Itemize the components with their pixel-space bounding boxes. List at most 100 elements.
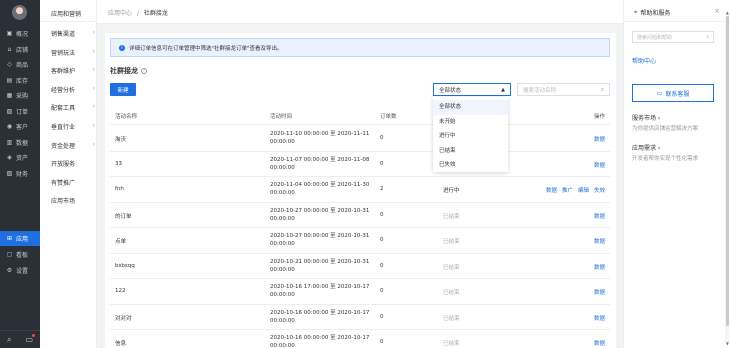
- order-count: 0: [380, 135, 384, 141]
- page-title: 社群接龙 ?: [110, 66, 147, 76]
- action-link[interactable]: 失效: [594, 186, 605, 194]
- nav-item-5[interactable]: ▧ 订单: [0, 104, 40, 119]
- primary-sidebar: ▣ 概况 ⌂ 店铺 ◇ 商品 ▤ 库存 ▦ 采购 ▧ 订单 ◉ 客户 ▥ 数据 ◈ 资产 ▨ 财务 ⊞ 应用 ▢ 看板 ⚙ 设置 …: [0, 0, 40, 348]
- breadcrumb-parent[interactable]: 应用中心: [108, 10, 132, 17]
- secondary-nav-label: 开放服务: [51, 161, 76, 169]
- status-dropdown-menu: 全部状态 未开始 进行中 已结束 已失效: [433, 97, 508, 172]
- help-search-placeholder: 搜索问题和帮助: [637, 34, 673, 41]
- activity-time: 2020-10-16 17:00:00 至 2020-10-17 00:00:0…: [270, 284, 370, 298]
- status-text: 已结束: [443, 290, 460, 296]
- dropdown-option[interactable]: 未开始: [433, 115, 508, 130]
- scrollbar-thumb[interactable]: [725, 16, 729, 326]
- nav-item-0[interactable]: ▣ 概况: [0, 26, 40, 41]
- secondary-nav-item[interactable]: 应用市场: [51, 196, 95, 205]
- action-link[interactable]: 数据: [594, 263, 605, 271]
- app-demand-link[interactable]: 应用需求 ›: [632, 143, 660, 152]
- breadcrumb-separator: /: [136, 10, 139, 17]
- activity-time: 2020-10-27 00:00:00 至 2020-10-31 00:00:0…: [270, 207, 370, 222]
- nav-item-label: 采购: [16, 93, 29, 100]
- column-header-actions: 操作: [593, 114, 605, 120]
- order-count: 0: [380, 160, 384, 167]
- secondary-nav-item[interactable]: 营销玩法 ›: [51, 48, 95, 57]
- secondary-nav-item[interactable]: 有赞推广: [51, 178, 95, 187]
- secondary-nav-item[interactable]: 客群维护 ›: [51, 66, 95, 75]
- nav-item-9[interactable]: ▨ 财务: [0, 166, 40, 181]
- status-text: 已结束: [443, 315, 460, 322]
- nav-item-4[interactable]: ▦ 采购: [0, 88, 40, 103]
- action-link[interactable]: 数据: [594, 135, 605, 143]
- secondary-nav-item[interactable]: 开放服务: [51, 159, 95, 168]
- scroll-up-icon[interactable]: ▲: [726, 10, 729, 15]
- action-link[interactable]: 数据: [594, 339, 605, 347]
- board-icon: ▢: [6, 251, 13, 258]
- action-link[interactable]: 数据: [594, 212, 605, 220]
- action-link[interactable]: 推广: [562, 186, 573, 194]
- nav-item-2[interactable]: ◇ 商品: [0, 57, 40, 72]
- help-question-icon[interactable]: ?: [141, 68, 147, 74]
- avatar[interactable]: [12, 5, 27, 20]
- table-row: 122 2020-10-16 17:00:00 至 2020-10-17 00:0…: [110, 279, 610, 305]
- notice-bar: i 详细订单信息可在订单管理中筛选"社群接龙订单"查看及导出。: [110, 38, 610, 57]
- nav-item-6[interactable]: ◉ 客户: [0, 119, 40, 134]
- nav-item-8[interactable]: ◈ 资产: [0, 150, 40, 165]
- row-actions: 数据: [594, 212, 605, 220]
- activity-name: 的订单: [115, 213, 132, 220]
- store-icon: ⌂: [7, 45, 12, 53]
- secondary-nav-label: 垂直行业: [51, 124, 76, 131]
- nav-item-lower-0[interactable]: ⊞ 应用: [0, 231, 40, 246]
- nav-item-lower-2[interactable]: ⚙ 设置: [0, 263, 40, 278]
- nav-item-lower-1[interactable]: ▢ 看板: [0, 247, 40, 262]
- scroll-down-icon[interactable]: ▼: [726, 341, 729, 346]
- close-icon[interactable]: ×: [714, 7, 720, 15]
- activity-name: 对对对: [115, 315, 132, 322]
- new-button[interactable]: 新建: [110, 83, 136, 96]
- secondary-nav-item[interactable]: 资金处理 ›: [51, 141, 95, 150]
- nav-item-1[interactable]: ⌂ 店铺: [0, 42, 40, 57]
- dropdown-option[interactable]: 全部状态: [433, 100, 508, 115]
- activity-time: 2020-10-21 00:00:00 至 2020-10-31 00:00:0…: [270, 258, 370, 273]
- search-input[interactable]: 搜索活动名称 ⌕: [517, 83, 610, 96]
- row-actions: 数据: [594, 161, 605, 169]
- apps-icon: ⊞: [6, 235, 13, 242]
- secondary-nav-item[interactable]: 经营分析 ›: [51, 85, 95, 94]
- secondary-nav-label: 客群维护: [51, 68, 76, 76]
- customer-icon: ◉: [6, 123, 13, 130]
- activity-time: 2020-11-10 00:00:00 至 2020-11-11 00:00:0…: [270, 131, 370, 145]
- divider: [624, 21, 730, 22]
- action-link[interactable]: 数据: [546, 186, 557, 194]
- nav-item-7[interactable]: ▥ 数据: [0, 135, 40, 150]
- action-link[interactable]: 数据: [594, 161, 605, 169]
- action-link[interactable]: 数据: [594, 314, 605, 322]
- scrollbar[interactable]: [725, 16, 729, 342]
- help-search-input[interactable]: 搜索问题和帮助 ⌕: [632, 31, 714, 43]
- page-title-text: 社群接龙: [110, 67, 138, 75]
- table-row: 对对对 2020-10-16 00:00:00 至 2020-10-17 00:0…: [110, 305, 610, 330]
- secondary-nav-label: 营销玩法: [51, 49, 76, 57]
- dropdown-option[interactable]: 已失效: [433, 158, 508, 173]
- action-link[interactable]: 数据: [594, 237, 605, 245]
- help-title: 帮助和服务: [640, 10, 671, 17]
- order-count: 0: [380, 211, 384, 218]
- search-icon[interactable]: ⌕: [7, 335, 11, 345]
- action-link[interactable]: 编辑: [578, 186, 589, 194]
- order-count: 0: [380, 262, 384, 269]
- help-center-link[interactable]: 帮助中心: [632, 56, 656, 65]
- order-icon: ▧: [6, 107, 13, 115]
- action-link[interactable]: 数据: [594, 288, 605, 296]
- secondary-nav-item[interactable]: 配套工具 ›: [51, 103, 95, 112]
- activity-name: 122: [115, 288, 126, 294]
- chevron-right-icon: ›: [92, 84, 95, 92]
- nav-item-3[interactable]: ▤ 库存: [0, 73, 40, 88]
- contact-service-button[interactable]: ▭ 联系客服: [632, 84, 714, 102]
- secondary-nav-item[interactable]: 垂直行业 ›: [51, 122, 95, 131]
- secondary-nav-label: 有赞推广: [51, 179, 76, 187]
- dropdown-option[interactable]: 已结束: [433, 144, 508, 159]
- service-market-link[interactable]: 服务市场 ›: [632, 113, 660, 122]
- activity-name: 信息: [115, 341, 127, 347]
- dropdown-option[interactable]: 进行中: [433, 129, 508, 144]
- status-select[interactable]: 全部状态 ▲: [433, 83, 511, 96]
- table-row: 点单 2020-10-27 00:00:00 至 2020-10-31 00:00…: [110, 228, 610, 254]
- sidebar-bottom-bar: ⌕ ▭: [0, 330, 40, 348]
- status-text: 已结束: [443, 341, 460, 347]
- secondary-nav-item[interactable]: 销售渠道 ›: [51, 29, 95, 38]
